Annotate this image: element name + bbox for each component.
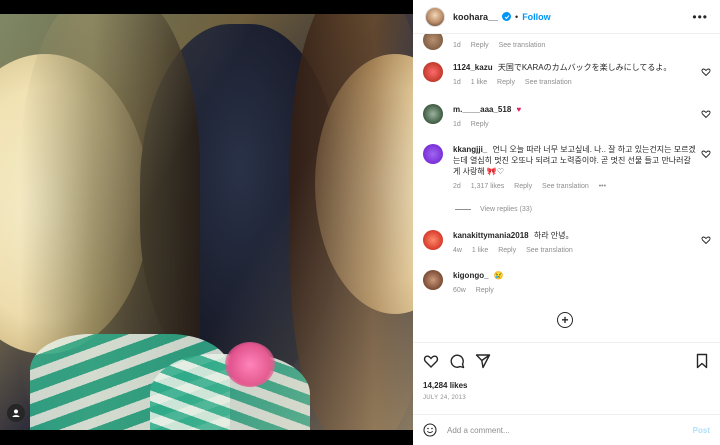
- comment-text: 하라 안녕。: [533, 231, 574, 240]
- view-replies-button[interactable]: View replies (33): [455, 206, 532, 213]
- share-send-icon[interactable]: [475, 353, 491, 369]
- comment-username[interactable]: 1124_kazu: [453, 63, 493, 72]
- comment-body: 1d Reply See translation: [453, 36, 698, 51]
- comment-text: ♥: [516, 105, 522, 114]
- comment-username[interactable]: kanakittymania2018: [453, 231, 529, 240]
- comment-body: m.____aaa_518 ♥ 1d Reply: [453, 104, 698, 130]
- post-photo[interactable]: [0, 14, 413, 430]
- comment-time: 2d: [453, 183, 461, 190]
- separator: •: [515, 11, 519, 22]
- post-actions: 14,284 likes JULY 24, 2013: [413, 342, 720, 401]
- comment-username[interactable]: kkangjji_: [453, 145, 487, 154]
- divider: [455, 209, 471, 210]
- like-comment-button[interactable]: [701, 106, 711, 119]
- reply-button[interactable]: Reply: [514, 183, 532, 190]
- user-icon: [12, 409, 20, 417]
- comment-text: 😢: [493, 271, 504, 280]
- load-more-comments-button[interactable]: +: [557, 312, 573, 328]
- reply-button[interactable]: Reply: [476, 287, 494, 294]
- reply-button[interactable]: Reply: [471, 42, 489, 49]
- see-translation-button[interactable]: See translation: [542, 183, 589, 190]
- comment-likes[interactable]: 1 like: [471, 79, 487, 86]
- bookmark-icon[interactable]: [694, 353, 710, 369]
- heart-icon: [701, 236, 711, 245]
- post-media: [0, 0, 413, 445]
- reply-button[interactable]: Reply: [497, 79, 515, 86]
- avatar[interactable]: [425, 6, 445, 27]
- comment-time: 60w: [453, 287, 466, 294]
- like-heart-icon[interactable]: [423, 353, 439, 369]
- comment-meta: 1d 1 like Reply See translation: [453, 77, 698, 88]
- comment-body: kigongo_ 😢 60w Reply: [453, 270, 698, 296]
- comment-meta: 60w Reply: [453, 285, 698, 296]
- comment-avatar[interactable]: [423, 34, 443, 50]
- see-translation-button[interactable]: See translation: [525, 79, 572, 86]
- comments-list[interactable]: 1d Reply See translation 1124_kazu 天国でKA…: [413, 34, 720, 342]
- view-replies-label: View replies (33): [480, 206, 533, 213]
- like-comment-button[interactable]: [701, 146, 711, 159]
- comment-time: 1d: [453, 42, 461, 49]
- comment-meta: 1d Reply See translation: [453, 40, 698, 51]
- tagged-users-button[interactable]: [7, 404, 25, 422]
- comment-avatar[interactable]: [423, 230, 443, 250]
- comment-text-line: kanakittymania2018 하라 안녕。: [453, 230, 698, 241]
- like-comment-button[interactable]: [701, 64, 711, 77]
- comment-meta: 2d 1,317 likes Reply See translation •••: [453, 181, 698, 192]
- heart-icon: [701, 110, 711, 119]
- comment-bubble-icon[interactable]: [449, 353, 465, 369]
- comment-body: 1124_kazu 天国でKARAのカムバックを楽しみにしてるよ。 1d 1 l…: [453, 62, 698, 88]
- comment-time: 4w: [453, 247, 462, 254]
- see-translation-button[interactable]: See translation: [499, 42, 546, 49]
- comment-meta: 1d Reply: [453, 119, 698, 130]
- more-options-button[interactable]: •••: [692, 10, 708, 24]
- comment-likes[interactable]: 1,317 likes: [471, 183, 504, 190]
- emoji-icon[interactable]: [423, 423, 437, 437]
- comment-time: 1d: [453, 121, 461, 128]
- comment-avatar[interactable]: [423, 104, 443, 124]
- post-username[interactable]: koohara__: [453, 12, 498, 22]
- post-header: koohara__ • Follow •••: [413, 0, 720, 34]
- verified-badge-icon: [502, 12, 512, 21]
- action-row: [423, 352, 710, 370]
- add-comment-bar: Post: [413, 414, 720, 445]
- reply-button[interactable]: Reply: [498, 247, 516, 254]
- comment-text-line: kkangjji_ 언니 오늘 따라 너무 보고싶네. 나.. 잘 하고 있는건…: [453, 144, 698, 177]
- photo-shape: [0, 14, 413, 430]
- comment-text-line: m.____aaa_518 ♥: [453, 104, 698, 115]
- comment-text: 天国でKARAのカムバックを楽しみにしてるよ。: [497, 63, 672, 72]
- like-comment-button[interactable]: [701, 232, 711, 245]
- comment-body: kanakittymania2018 하라 안녕。 4w 1 like Repl…: [453, 230, 698, 256]
- reply-button[interactable]: Reply: [471, 121, 489, 128]
- comment-avatar[interactable]: [423, 62, 443, 82]
- comment-username[interactable]: m.____aaa_518: [453, 105, 511, 114]
- comment-more-button[interactable]: •••: [599, 183, 606, 190]
- follow-button[interactable]: Follow: [522, 12, 551, 22]
- post-date: JULY 24, 2013: [423, 395, 467, 401]
- comment-avatar[interactable]: [423, 270, 443, 290]
- post-panel: koohara__ • Follow ••• 1d Reply See tran…: [413, 0, 720, 445]
- comment-likes[interactable]: 1 like: [472, 247, 488, 254]
- likes-count[interactable]: 14,284 likes: [423, 381, 710, 390]
- comment-text: 언니 오늘 따라 너무 보고싶네. 나.. 잘 하고 있는건지는 모르겠는데 열…: [453, 145, 696, 176]
- comment-input[interactable]: [447, 425, 667, 435]
- see-translation-button[interactable]: See translation: [526, 247, 573, 254]
- comment-text-line: kigongo_ 😢: [453, 270, 698, 281]
- heart-icon: [701, 68, 711, 77]
- comment-meta: 4w 1 like Reply See translation: [453, 245, 698, 256]
- comment-text-line: 1124_kazu 天国でKARAのカムバックを楽しみにしてるよ。: [453, 62, 698, 73]
- comment-avatar[interactable]: [423, 144, 443, 164]
- post-comment-button[interactable]: Post: [693, 426, 710, 435]
- comment-username[interactable]: kigongo_: [453, 271, 489, 280]
- plus-icon: +: [561, 313, 569, 327]
- heart-icon: [701, 150, 711, 159]
- comment-time: 1d: [453, 79, 461, 86]
- comment-body: kkangjji_ 언니 오늘 따라 너무 보고싶네. 나.. 잘 하고 있는건…: [453, 144, 698, 192]
